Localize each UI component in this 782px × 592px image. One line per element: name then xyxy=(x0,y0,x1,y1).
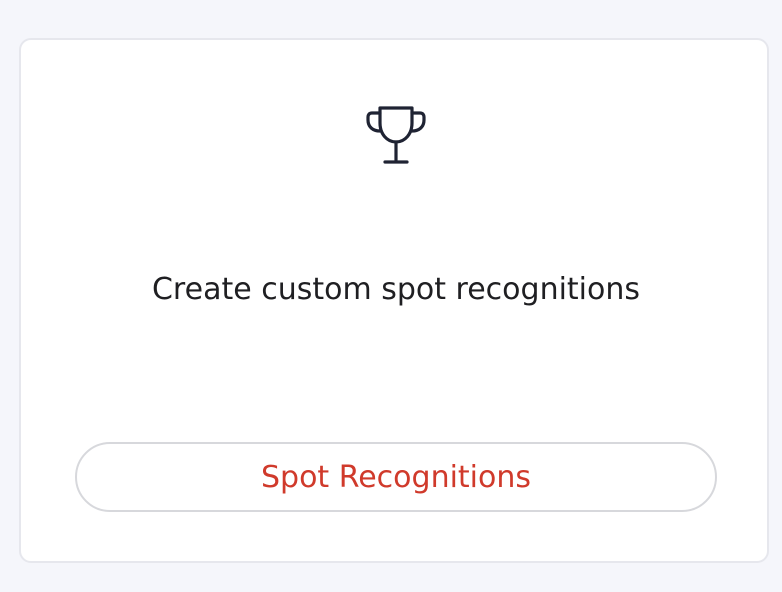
trophy-icon xyxy=(358,103,434,169)
card-description: Create custom spot recognitions xyxy=(151,272,641,307)
spot-recognitions-button[interactable]: Spot Recognitions xyxy=(75,442,717,512)
spot-recognitions-card: Create custom spot recognitions Spot Rec… xyxy=(19,38,769,563)
